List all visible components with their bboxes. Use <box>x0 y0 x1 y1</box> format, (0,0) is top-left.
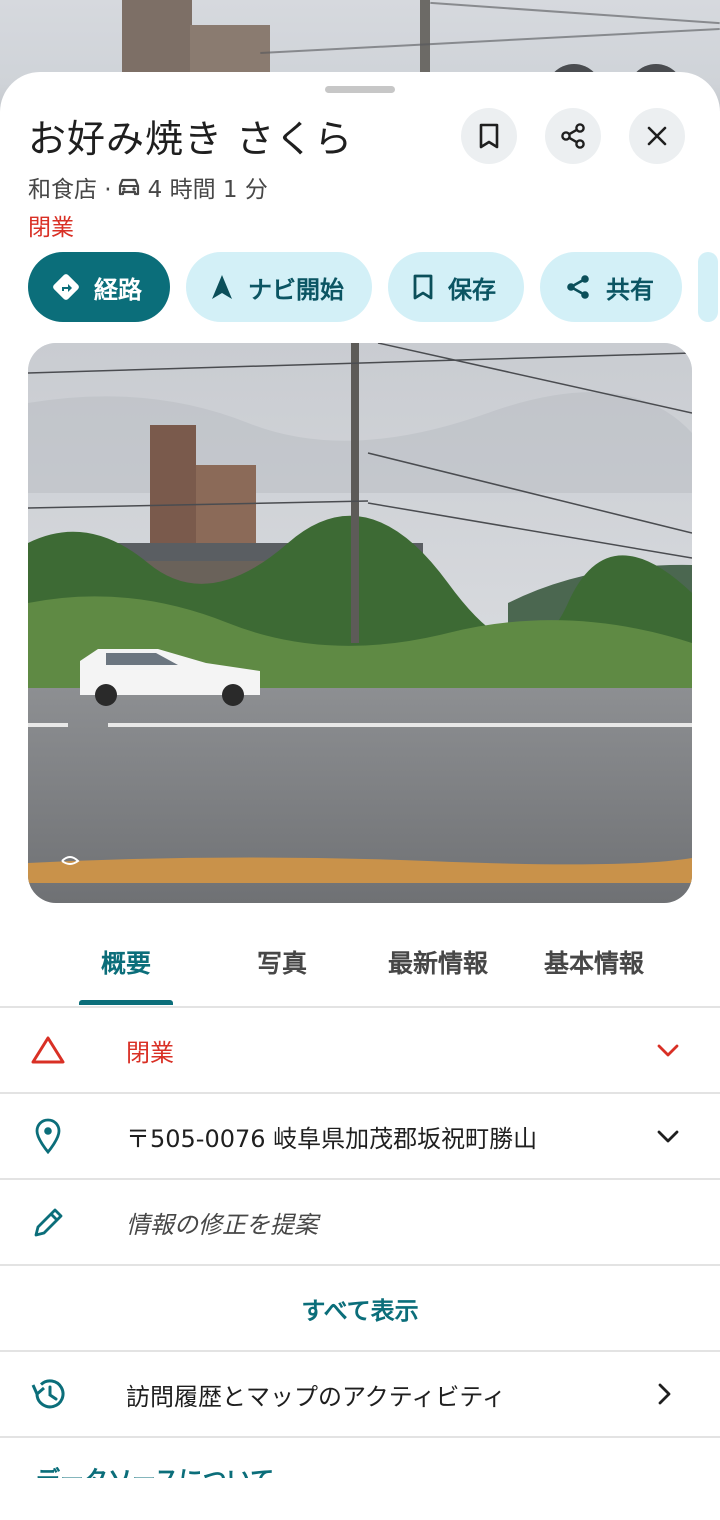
close-button[interactable] <box>629 108 685 164</box>
car-icon <box>116 176 142 198</box>
directions-icon <box>52 273 94 301</box>
closed-status-row[interactable]: 閉業 <box>0 1008 720 1094</box>
save-label: 保存 <box>448 275 496 304</box>
activity-text: 訪問履歴とマップのアクティビティ <box>126 1382 506 1411</box>
location-pin-icon <box>34 1118 62 1154</box>
suggest-edit-text: 情報の修正を提案 <box>126 1210 318 1239</box>
tab-overview[interactable]: 概要 <box>79 944 173 980</box>
chevron-down-icon[interactable] <box>656 1042 680 1058</box>
show-all-link[interactable]: すべて表示 <box>0 1291 720 1326</box>
data-source-link[interactable]: データソースについて <box>36 1460 274 1478</box>
closed-status: 閉業 <box>28 215 74 241</box>
directions-button[interactable]: 経路 <box>28 252 170 322</box>
more-actions-chip[interactable] <box>698 252 718 322</box>
active-tab-indicator <box>79 1000 173 1005</box>
chevron-right-icon[interactable] <box>656 1382 672 1406</box>
share-icon <box>559 122 587 150</box>
warning-icon <box>30 1035 66 1065</box>
tab-about[interactable]: 基本情報 <box>534 944 654 980</box>
show-all-row[interactable]: すべて表示 <box>0 1266 720 1352</box>
tab-updates[interactable]: 最新情報 <box>378 944 498 980</box>
chevron-down-icon[interactable] <box>656 1128 680 1144</box>
place-title: お好み焼き さくら <box>28 117 354 161</box>
place-subtitle: 和食店 · 4 時間 1 分 <box>28 170 268 204</box>
share-label: 共有 <box>606 275 654 304</box>
category-label: 和食店 · <box>28 177 112 203</box>
address-text: 〒505-0076 岐阜県加茂郡坂祝町勝山 <box>126 1124 538 1153</box>
save-button[interactable] <box>461 108 517 164</box>
bookmark-icon <box>412 273 448 301</box>
bookmark-icon <box>478 123 500 149</box>
edit-pencil-icon <box>32 1205 66 1239</box>
drag-handle[interactable] <box>325 86 395 93</box>
street-view-photo[interactable] <box>28 343 692 903</box>
closed-status-text: 閉業 <box>126 1038 174 1067</box>
start-navigation-button[interactable]: ナビ開始 <box>186 252 372 322</box>
tab-photos[interactable]: 写真 <box>235 944 329 980</box>
share-icon <box>564 273 606 301</box>
close-icon <box>646 125 668 147</box>
start-navigation-label: ナビ開始 <box>248 275 344 304</box>
save-chip-button[interactable]: 保存 <box>388 252 524 322</box>
directions-label: 経路 <box>94 275 142 304</box>
place-details-sheet: お好み焼き さくら 和食店 · 4 時間 1 分 閉業 経路 ナビ開始 保存 共… <box>0 72 720 1520</box>
place-tabs: 概要 写真 最新情報 基本情報 <box>0 930 720 1008</box>
share-chip-button[interactable]: 共有 <box>540 252 682 322</box>
action-chips: 経路 ナビ開始 保存 共有 <box>28 252 718 322</box>
share-button[interactable] <box>545 108 601 164</box>
navigation-arrow-icon <box>210 273 248 301</box>
suggest-edit-row[interactable]: 情報の修正を提案 <box>0 1180 720 1266</box>
history-icon <box>30 1376 68 1412</box>
activity-row[interactable]: 訪問履歴とマップのアクティビティ <box>0 1352 720 1438</box>
drive-time: 4 時間 1 分 <box>147 177 268 203</box>
address-row[interactable]: 〒505-0076 岐阜県加茂郡坂祝町勝山 <box>0 1094 720 1180</box>
